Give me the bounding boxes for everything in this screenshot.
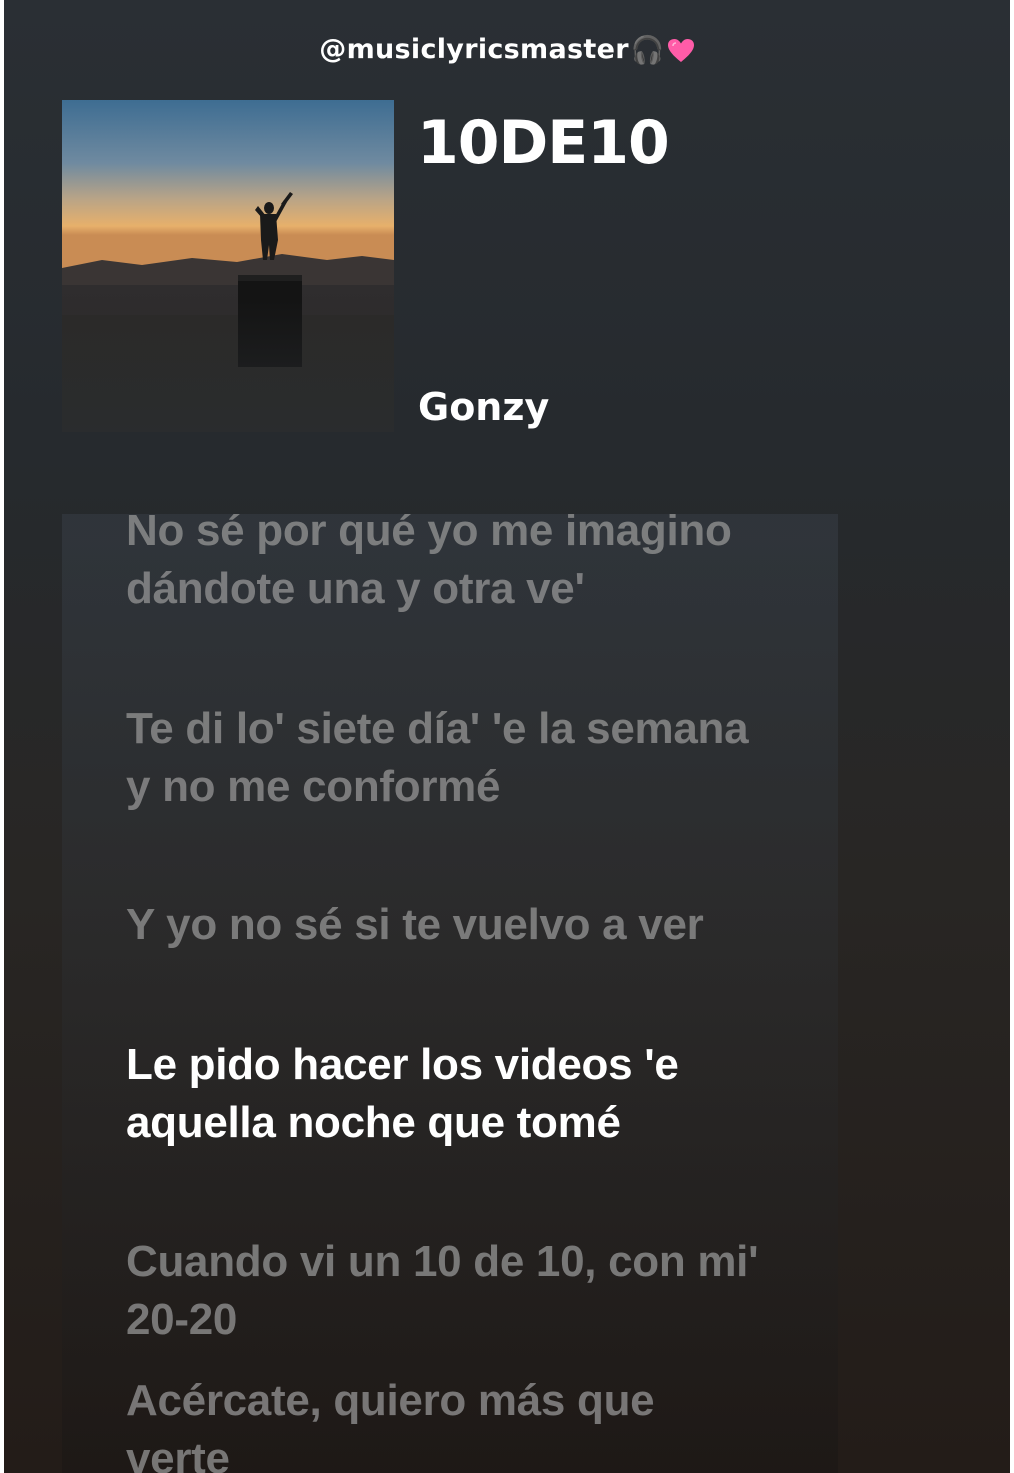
headphones-icon: 🎧 (630, 34, 665, 66)
lyrics-panel[interactable]: No sé por qué yo me imagino dándote una … (62, 514, 838, 1473)
album-cover (62, 100, 394, 432)
artist-name: Gonzy (418, 385, 550, 429)
heart-icon (667, 38, 694, 62)
song-title: 10DE10 (417, 108, 670, 178)
handle-text: @musiclyricsmaster (319, 34, 629, 65)
lyric-line: No sé por qué yo me imagino dándote una … (126, 514, 732, 613)
lyric-line: Acércate, quiero más que verte (126, 1376, 655, 1473)
lyric-line: Y yo no sé si te vuelvo a ver (126, 900, 704, 949)
right-edge (1010, 0, 1014, 1473)
lyric-line: Cuando vi un 10 de 10, con mi' 20-20 (126, 1237, 759, 1344)
lyric-line-active: Le pido hacer los videos 'e aquella noch… (126, 1040, 679, 1147)
album-art-silhouette-sunset (62, 100, 394, 432)
left-edge (0, 0, 4, 1473)
lyric-line: Te di lo' siete día' 'e la semana y no m… (126, 704, 749, 811)
account-handle: @musiclyricsmaster🎧 (0, 30, 1014, 70)
